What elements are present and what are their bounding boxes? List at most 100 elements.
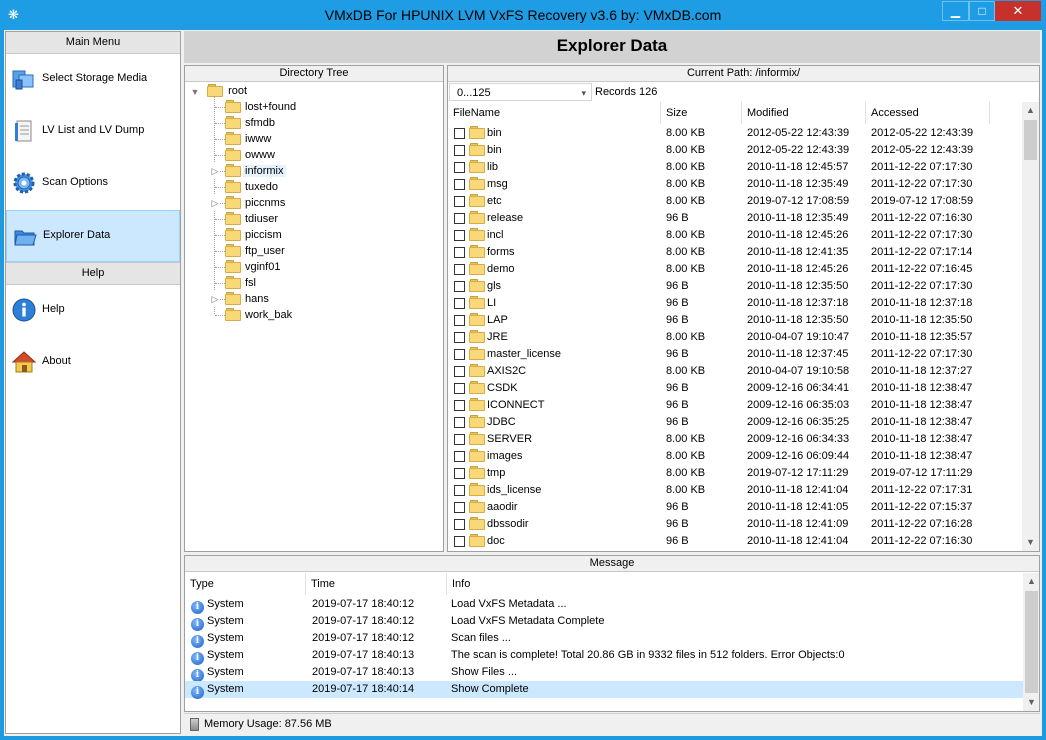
message-scrollbar[interactable]: ▲ ▼ bbox=[1023, 573, 1039, 711]
table-row[interactable]: ICONNECT 96 B 2009-12-16 06:35:03 2010-11-1… bbox=[448, 397, 1023, 414]
row-checkbox[interactable] bbox=[454, 485, 465, 496]
column-header-modified[interactable]: Modified bbox=[742, 102, 866, 124]
row-checkbox[interactable] bbox=[454, 400, 465, 411]
table-row[interactable]: release 96 B 2010-11-18 12:35:49 2011-12-22… bbox=[448, 210, 1023, 227]
sidebar-item-lv-list[interactable]: LV List and LV Dump bbox=[6, 106, 180, 158]
row-checkbox[interactable] bbox=[454, 349, 465, 360]
table-row[interactable]: master_license 96 B 2010-11-18 12:37:45 201… bbox=[448, 346, 1023, 363]
message-row[interactable]: i System 2019-07-17 18:40:12 Load VxFS Meta… bbox=[185, 596, 1023, 614]
row-checkbox[interactable] bbox=[454, 332, 465, 343]
row-checkbox[interactable] bbox=[454, 451, 465, 462]
message-row[interactable]: i System 2019-07-17 18:40:13 Show Files ... bbox=[185, 664, 1023, 682]
expand-arrow-icon[interactable]: ▷ bbox=[210, 163, 220, 179]
table-row[interactable]: aaodir 96 B 2010-11-18 12:41:05 2011-12-22 … bbox=[448, 499, 1023, 516]
row-checkbox[interactable] bbox=[454, 247, 465, 258]
row-checkbox[interactable] bbox=[454, 213, 465, 224]
column-header-filename[interactable]: FileName bbox=[448, 102, 661, 124]
scroll-down-icon[interactable]: ▼ bbox=[1023, 694, 1039, 711]
table-row[interactable]: doc 96 B 2010-11-18 12:41:04 2011-12-22 07:… bbox=[448, 533, 1023, 550]
maximize-button[interactable]: □ bbox=[969, 1, 995, 21]
range-select[interactable]: 0...125 ▾ bbox=[449, 83, 592, 101]
table-row[interactable]: incl 8.00 KB 2010-11-18 12:45:26 2011-12-22… bbox=[448, 227, 1023, 244]
table-row[interactable]: images 8.00 KB 2009-12-16 06:09:44 2010-11-… bbox=[448, 448, 1023, 465]
row-checkbox[interactable] bbox=[454, 281, 465, 292]
row-checkbox[interactable] bbox=[454, 315, 465, 326]
row-checkbox[interactable] bbox=[454, 519, 465, 530]
row-checkbox[interactable] bbox=[454, 366, 465, 377]
row-checkbox[interactable] bbox=[454, 417, 465, 428]
table-row[interactable]: CSDK 96 B 2009-12-16 06:34:41 2010-11-18 12… bbox=[448, 380, 1023, 397]
tree-item[interactable]: ftp_user bbox=[225, 243, 287, 259]
table-row[interactable]: etc 8.00 KB 2019-07-12 17:08:59 2019-07-12 … bbox=[448, 193, 1023, 210]
tree-item[interactable]: tuxedo bbox=[225, 179, 280, 195]
table-row[interactable]: JDBC 96 B 2009-12-16 06:35:25 2010-11-18 12… bbox=[448, 414, 1023, 431]
table-row[interactable]: LAP 96 B 2010-11-18 12:35:50 2010-11-18 12:… bbox=[448, 312, 1023, 329]
table-row[interactable]: SERVER 8.00 KB 2009-12-16 06:34:33 2010-11-… bbox=[448, 431, 1023, 448]
table-row[interactable]: tmp 8.00 KB 2019-07-12 17:11:29 2019-07-12 … bbox=[448, 465, 1023, 482]
table-row[interactable]: ids_license 8.00 KB 2010-11-18 12:41:04 201… bbox=[448, 482, 1023, 499]
row-checkbox[interactable] bbox=[454, 162, 465, 173]
tree-item-root[interactable]: root bbox=[207, 83, 247, 99]
column-header-info[interactable]: Info bbox=[447, 573, 1023, 595]
table-row[interactable]: LI 96 B 2010-11-18 12:37:18 2010-11-18 12:3… bbox=[448, 295, 1023, 312]
tree-item[interactable]: tdiuser bbox=[225, 211, 280, 227]
close-button[interactable]: ✕ bbox=[995, 1, 1041, 21]
tree-item[interactable]: owww bbox=[225, 147, 277, 163]
row-checkbox[interactable] bbox=[454, 383, 465, 394]
tree-item[interactable]: lost+found bbox=[225, 99, 298, 115]
scroll-up-icon[interactable]: ▲ bbox=[1022, 102, 1039, 119]
sidebar-item-explorer-data[interactable]: Explorer Data bbox=[6, 210, 180, 262]
row-checkbox[interactable] bbox=[454, 230, 465, 241]
sidebar-item-select-storage-media[interactable]: Select Storage Media bbox=[6, 54, 180, 106]
table-row[interactable]: forms 8.00 KB 2010-11-18 12:41:35 2011-12-2… bbox=[448, 244, 1023, 261]
table-row[interactable]: dbssodir 96 B 2010-11-18 12:41:09 2011-12-2… bbox=[448, 516, 1023, 533]
scroll-thumb[interactable] bbox=[1025, 591, 1038, 693]
tree-item[interactable]: vginf01 bbox=[225, 259, 282, 275]
row-checkbox[interactable] bbox=[454, 434, 465, 445]
file-list-scrollbar[interactable]: ▲ ▼ bbox=[1022, 102, 1039, 551]
table-row[interactable]: JRE 8.00 KB 2010-04-07 19:10:47 2010-11-18 … bbox=[448, 329, 1023, 346]
message-row[interactable]: i System 2019-07-17 18:40:14 Show Complete bbox=[185, 681, 1023, 699]
scroll-thumb[interactable] bbox=[1024, 120, 1037, 160]
row-checkbox[interactable] bbox=[454, 536, 465, 547]
sidebar-item-scan-options[interactable]: Scan Options bbox=[6, 158, 180, 210]
table-row[interactable]: lib 8.00 KB 2010-11-18 12:45:57 2011-12-22 … bbox=[448, 159, 1023, 176]
table-row[interactable]: msg 8.00 KB 2010-11-18 12:35:49 2011-12-22 … bbox=[448, 176, 1023, 193]
row-checkbox[interactable] bbox=[454, 502, 465, 513]
row-checkbox[interactable] bbox=[454, 196, 465, 207]
sidebar-item-help[interactable]: Help bbox=[6, 285, 180, 337]
expand-arrow-icon[interactable]: ▼ bbox=[190, 84, 200, 100]
row-checkbox[interactable] bbox=[454, 264, 465, 275]
scroll-up-icon[interactable]: ▲ bbox=[1023, 573, 1039, 590]
tree-item[interactable]: hans bbox=[225, 291, 271, 307]
message-row[interactable]: i System 2019-07-17 18:40:13 The scan is co… bbox=[185, 647, 1023, 665]
message-row[interactable]: i System 2019-07-17 18:40:12 Scan files ... bbox=[185, 630, 1023, 648]
tree-item[interactable]: work_bak bbox=[225, 307, 294, 323]
table-row[interactable]: AXIS2C 8.00 KB 2010-04-07 19:10:58 2010-11-… bbox=[448, 363, 1023, 380]
tree-item[interactable]: informix bbox=[225, 163, 286, 179]
row-checkbox[interactable] bbox=[454, 179, 465, 190]
minimize-button[interactable]: ▁ bbox=[942, 1, 969, 21]
table-row[interactable]: bin 8.00 KB 2012-05-22 12:43:39 2012-05-22 … bbox=[448, 142, 1023, 159]
row-checkbox[interactable] bbox=[454, 468, 465, 479]
column-header-type[interactable]: Type bbox=[185, 573, 306, 595]
scroll-down-icon[interactable]: ▼ bbox=[1022, 534, 1039, 551]
tree-item[interactable]: piccnms bbox=[225, 195, 287, 211]
tree-item[interactable]: iwww bbox=[225, 131, 273, 147]
table-row[interactable]: demo 8.00 KB 2010-11-18 12:45:26 2011-12-22… bbox=[448, 261, 1023, 278]
tree-item[interactable]: sfmdb bbox=[225, 115, 277, 131]
table-row[interactable]: gls 96 B 2010-11-18 12:35:50 2011-12-22 07:… bbox=[448, 278, 1023, 295]
tree-item[interactable]: piccism bbox=[225, 227, 284, 243]
sidebar-item-about[interactable]: About bbox=[6, 337, 180, 389]
row-checkbox[interactable] bbox=[454, 298, 465, 309]
column-header-size[interactable]: Size bbox=[661, 102, 742, 124]
message-row[interactable]: i System 2019-07-17 18:40:12 Load VxFS Meta… bbox=[185, 613, 1023, 631]
row-checkbox[interactable] bbox=[454, 145, 465, 156]
expand-arrow-icon[interactable]: ▷ bbox=[210, 291, 220, 307]
column-header-time[interactable]: Time bbox=[306, 573, 447, 595]
row-checkbox[interactable] bbox=[454, 128, 465, 139]
tree-item[interactable]: fsl bbox=[225, 275, 258, 291]
table-row[interactable]: bin 8.00 KB 2012-05-22 12:43:39 2012-05-22 … bbox=[448, 125, 1023, 142]
column-header-accessed[interactable]: Accessed bbox=[866, 102, 990, 124]
expand-arrow-icon[interactable]: ▷ bbox=[210, 195, 220, 211]
